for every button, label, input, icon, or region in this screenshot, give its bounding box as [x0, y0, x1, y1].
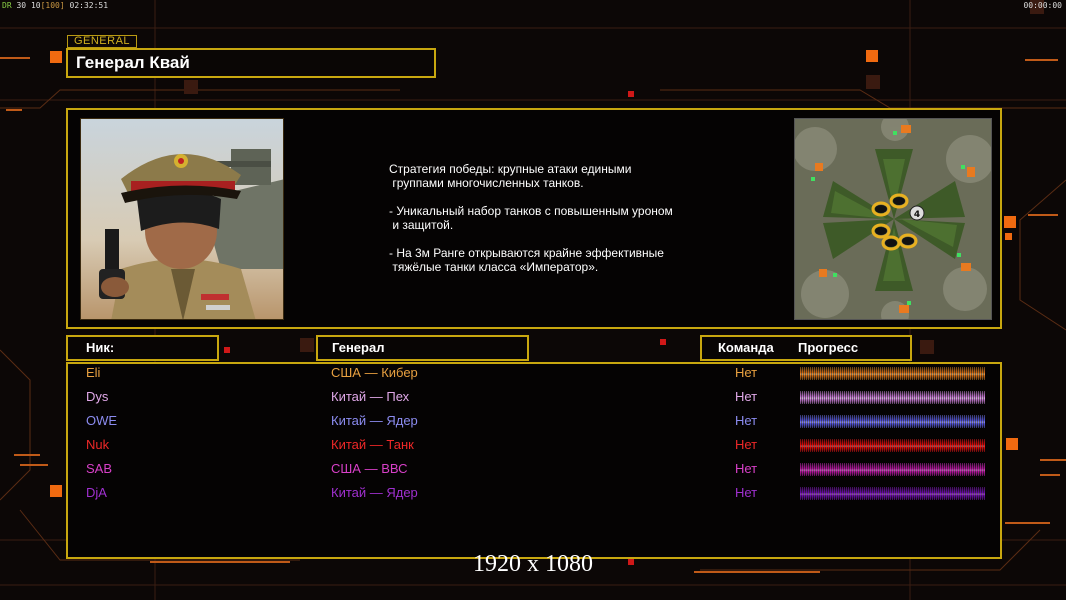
player-general: Китай — Танк	[331, 437, 414, 452]
player-progress-bar	[800, 487, 985, 500]
player-row: SAB США — ВВС Нет	[0, 459, 1066, 479]
player-progress-bar	[800, 415, 985, 428]
player-progress-bar	[800, 391, 985, 404]
general-name: Генерал Квай	[66, 48, 436, 78]
hud-label-d: [100]	[40, 1, 65, 10]
player-team: Нет	[735, 389, 758, 404]
general-description: Стратегия победы: крупные атаки едиными …	[389, 162, 719, 288]
player-nick: Nuk	[86, 437, 110, 452]
column-header-nick: Ник:	[66, 335, 219, 361]
description-line: - Уникальный набор танков с повышенным у…	[389, 204, 673, 232]
player-progress-bar	[800, 463, 985, 476]
player-team: Нет	[735, 413, 758, 428]
general-tag: GENERAL	[67, 35, 137, 48]
player-nick: Dys	[86, 389, 109, 404]
player-nick: OWE	[86, 413, 118, 428]
player-team: Нет	[735, 485, 758, 500]
player-team: Нет	[735, 365, 758, 380]
player-team: Нет	[735, 437, 758, 452]
hud-label-a: DR	[2, 1, 12, 10]
player-nick: Eli	[86, 365, 101, 380]
player-row: Nuk Китай — Танк Нет	[0, 435, 1066, 455]
player-progress-bar	[800, 367, 985, 380]
column-header-team: Команда	[718, 340, 774, 355]
player-general: США — Кибер	[331, 365, 418, 380]
player-row: Dys Китай — Пех Нет	[0, 387, 1066, 407]
resolution-label: 1920 x 1080	[473, 551, 593, 577]
hud-clock: 00:00:00	[1023, 1, 1062, 10]
player-row: DjA Китай — Ядер Нет	[0, 483, 1066, 503]
general-portrait	[80, 118, 284, 320]
player-general: Китай — Ядер	[331, 485, 418, 500]
player-general: Китай — Пех	[331, 389, 410, 404]
description-line: - На 3м Ранге открываются крайне эффекти…	[389, 246, 664, 274]
description-line: Стратегия победы: крупные атаки едиными …	[389, 162, 632, 190]
map-preview[interactable]: 4	[794, 118, 992, 320]
hud-label-c: 10	[30, 1, 41, 10]
player-general: США — ВВС	[331, 461, 408, 476]
player-row: Eli США — Кибер Нет	[0, 363, 1066, 383]
player-team: Нет	[735, 461, 758, 476]
hud-label-b: 30	[16, 1, 27, 10]
player-progress-bar	[800, 439, 985, 452]
player-row: OWE Китай — Ядер Нет	[0, 411, 1066, 431]
player-nick: SAB	[86, 461, 113, 476]
column-header-team-progress: Команда Прогресс	[700, 335, 912, 361]
player-general: Китай — Ядер	[331, 413, 418, 428]
hud-time: 02:32:51	[69, 1, 109, 10]
column-header-general: Генерал	[316, 335, 529, 361]
map-player-count: 4	[914, 210, 920, 220]
player-nick: DjA	[86, 485, 107, 500]
column-header-progress: Прогресс	[798, 340, 859, 355]
fps-overlay: DR 30 10[100] 02:32:51	[2, 1, 108, 10]
